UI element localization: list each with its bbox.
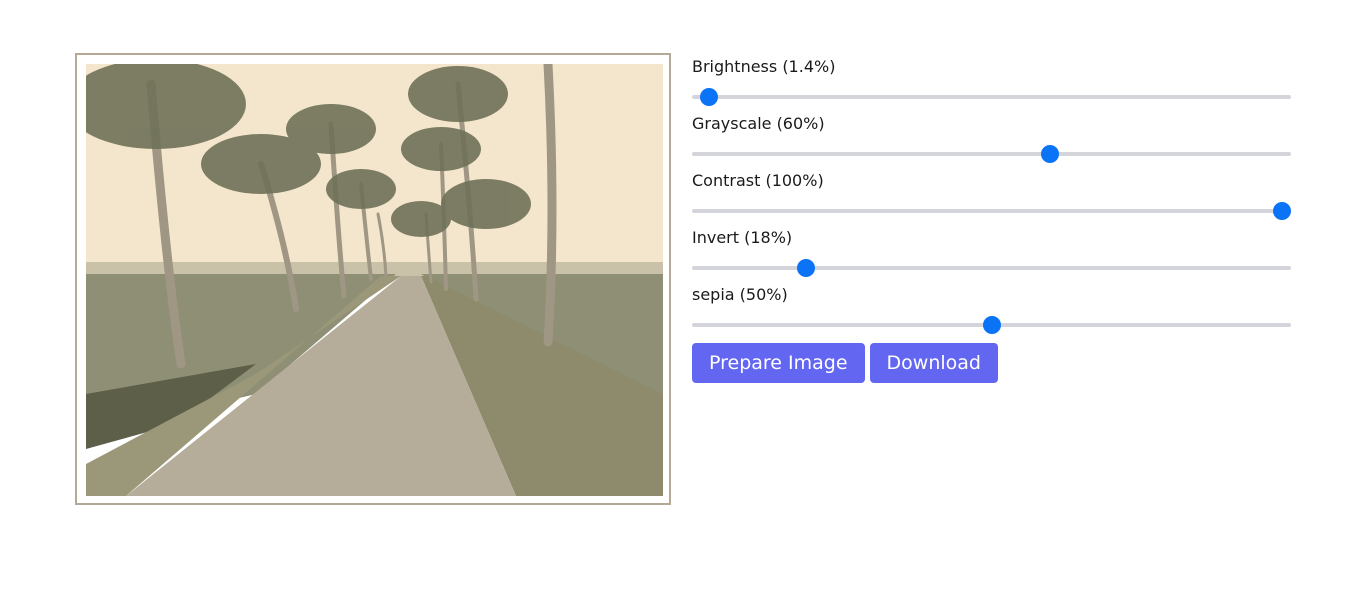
grayscale-slider-thumb[interactable]	[1040, 145, 1059, 163]
invert-label: Invert (18%)	[692, 228, 793, 247]
contrast-slider-thumb[interactable]	[1273, 202, 1291, 220]
image-preview-frame	[75, 53, 671, 505]
preview-image	[86, 64, 663, 496]
invert-slider[interactable]	[692, 259, 1291, 277]
contrast-slider[interactable]	[692, 202, 1291, 220]
sepia-slider-thumb[interactable]	[982, 316, 1001, 334]
action-buttons: Prepare Image Download	[692, 343, 998, 383]
brightness-slider[interactable]	[692, 88, 1291, 106]
brightness-slider-thumb[interactable]	[700, 88, 719, 106]
invert-slider-thumb[interactable]	[796, 259, 815, 277]
prepare-image-button[interactable]: Prepare Image	[692, 343, 865, 383]
grayscale-label: Grayscale (60%)	[692, 114, 825, 133]
download-button[interactable]: Download	[869, 343, 998, 383]
sepia-control: sepia (50%)	[692, 285, 1291, 342]
filter-controls: Brightness (1.4%) Grayscale (60%) Contra…	[692, 57, 1291, 342]
brightness-control: Brightness (1.4%)	[692, 57, 1291, 114]
invert-control: Invert (18%)	[692, 228, 1291, 285]
contrast-label: Contrast (100%)	[692, 171, 824, 190]
contrast-control: Contrast (100%)	[692, 171, 1291, 228]
sepia-label: sepia (50%)	[692, 285, 788, 304]
grayscale-control: Grayscale (60%)	[692, 114, 1291, 171]
brightness-label: Brightness (1.4%)	[692, 57, 836, 76]
grayscale-slider[interactable]	[692, 145, 1291, 163]
sepia-slider[interactable]	[692, 316, 1291, 334]
